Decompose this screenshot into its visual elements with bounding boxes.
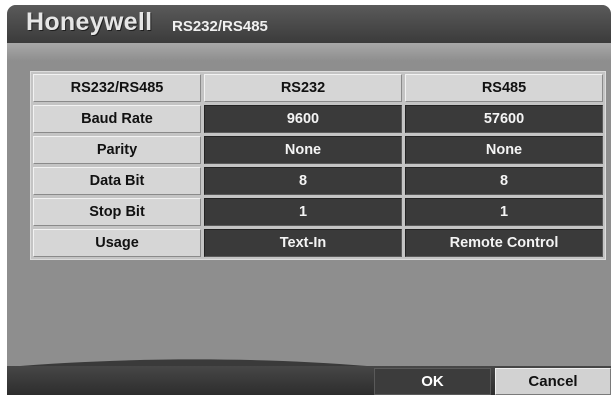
title-shade — [7, 43, 611, 61]
row-label-stop-bit: Stop Bit — [33, 198, 201, 226]
rs485-baud-rate-field[interactable]: 57600 — [405, 105, 603, 133]
ok-button[interactable]: OK — [374, 368, 491, 395]
column-header-rs232-rs485: RS232/RS485 — [33, 74, 201, 102]
rs232-data-bit-field[interactable]: 8 — [204, 167, 402, 195]
rs485-usage-field[interactable]: Remote Control — [405, 229, 603, 257]
dialog-title: RS232/RS485 — [172, 18, 268, 35]
rs232-parity-field[interactable]: None — [204, 136, 402, 164]
title-bar: Honeywell RS232/RS485 — [7, 5, 611, 43]
rs485-data-bit-field[interactable]: 8 — [405, 167, 603, 195]
row-label-data-bit: Data Bit — [33, 167, 201, 195]
row-label-usage: Usage — [33, 229, 201, 257]
row-label-parity: Parity — [33, 136, 201, 164]
rs232-stop-bit-field[interactable]: 1 — [204, 198, 402, 226]
column-header-rs485: RS485 — [405, 74, 603, 102]
rs485-parity-field[interactable]: None — [405, 136, 603, 164]
rs232-usage-field[interactable]: Text-In — [204, 229, 402, 257]
serial-settings-table: RS232/RS485 RS232 RS485 Baud Rate 9600 5… — [30, 71, 606, 260]
setup-dialog: Honeywell RS232/RS485 RS232/RS485 RS232 … — [7, 5, 611, 395]
cancel-button[interactable]: Cancel — [495, 368, 611, 395]
rs485-stop-bit-field[interactable]: 1 — [405, 198, 603, 226]
rs232-baud-rate-field[interactable]: 9600 — [204, 105, 402, 133]
column-header-rs232: RS232 — [204, 74, 402, 102]
row-label-baud-rate: Baud Rate — [33, 105, 201, 133]
honeywell-logo: Honeywell — [26, 8, 153, 36]
